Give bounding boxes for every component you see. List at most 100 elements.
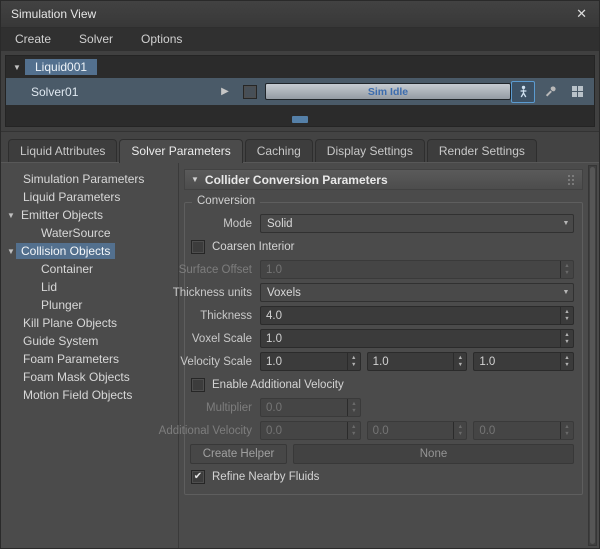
tab-bar: Liquid Attributes Solver Parameters Cach… [1, 132, 599, 163]
run-person-icon [520, 85, 526, 98]
tab-liquid-attributes[interactable]: Liquid Attributes [8, 139, 118, 162]
spinner-icon[interactable]: ▲ ▼ [560, 261, 573, 278]
rollout-title: Collider Conversion Parameters [204, 172, 388, 187]
multiplier-field[interactable]: 0.0 ▲ ▼ [260, 398, 361, 417]
velocity-scale-y-field[interactable]: 1.0 ▲ ▼ [366, 352, 468, 371]
thickness-label: Thickness [200, 309, 252, 322]
multiplier-label: Multiplier [205, 401, 252, 414]
tree-item-foam-parameters[interactable]: Foam Parameters [1, 350, 178, 368]
drag-grip-icon[interactable] [566, 174, 576, 185]
rollout-header[interactable]: ▼ Collider Conversion Parameters [184, 169, 583, 190]
liquid-root-row[interactable]: ▼ Liquid001 [6, 56, 594, 78]
title-bar[interactable]: Simulation View ✕ [1, 1, 599, 28]
coarsen-interior-checkbox[interactable] [191, 239, 205, 254]
mode-label: Mode [223, 217, 252, 230]
tab-render-settings[interactable]: Render Settings [426, 139, 537, 162]
refine-nearby-fluids-row: ✔ Refine Nearby Fluids [188, 465, 576, 488]
tab-caching[interactable]: Caching [244, 139, 313, 162]
expand-arrow-icon[interactable]: ▼ [13, 63, 25, 72]
surface-offset-row: Surface Offset 1.0 ▲ ▼ [178, 258, 576, 281]
parameters-panel: ▼ Collider Conversion Parameters Convers… [159, 163, 599, 548]
sim-status-text: Sim Idle [367, 85, 409, 98]
thickness-row: Thickness 4.0 ▲ ▼ [188, 304, 576, 327]
additional-velocity-x-field[interactable]: 0.0 ▲ ▼ [260, 421, 361, 440]
vertical-scrollbar[interactable] [588, 165, 597, 546]
tree-item-plunger[interactable]: Plunger [1, 296, 178, 314]
solver-list-panel: ▼ Liquid001 Solver01 ▶ Sim Idle [1, 51, 599, 132]
tree-item-container[interactable]: Container [1, 260, 178, 278]
expand-arrow-icon[interactable]: ▼ [6, 247, 16, 256]
rollout-arrow-icon: ▼ [191, 175, 199, 184]
solver-name[interactable]: Solver01 [6, 85, 213, 99]
expand-arrow-icon[interactable]: ▼ [6, 211, 16, 220]
tab-display-settings[interactable]: Display Settings [314, 139, 425, 162]
spinner-icon[interactable]: ▲ ▼ [346, 353, 360, 370]
solver-row[interactable]: Solver01 ▶ Sim Idle [6, 78, 594, 105]
spinner-icon[interactable]: ▲ ▼ [453, 353, 466, 370]
coarsen-interior-label: Coarsen Interior [212, 240, 295, 253]
enable-additional-velocity-label: Enable Additional Velocity [212, 378, 344, 391]
velocity-scale-label: Velocity Scale [180, 355, 252, 368]
thickness-units-dropdown[interactable]: Voxels ▼ [260, 283, 574, 302]
surface-offset-field[interactable]: 1.0 ▲ ▼ [260, 260, 574, 279]
tree-item-liquid-parameters[interactable]: Liquid Parameters [1, 188, 178, 206]
spinner-icon[interactable]: ▲ ▼ [347, 399, 360, 416]
parameters-tree: Simulation Parameters Liquid Parameters … [1, 163, 179, 548]
chevron-down-icon: ▼ [562, 220, 570, 227]
thickness-field[interactable]: 4.0 ▲ ▼ [260, 306, 574, 325]
refine-nearby-fluids-label: Refine Nearby Fluids [212, 470, 320, 483]
additional-velocity-z-field[interactable]: 0.0 ▲ ▼ [473, 421, 575, 440]
scrollbar-thumb[interactable] [292, 116, 308, 123]
menu-options[interactable]: Options [127, 28, 196, 51]
tree-item-motion-field-objects[interactable]: Motion Field Objects [1, 386, 178, 404]
solver-enable-checkbox[interactable] [243, 84, 257, 99]
tree-item-foam-mask-objects[interactable]: Foam Mask Objects [1, 368, 178, 386]
tree-item-kill-plane-objects[interactable]: Kill Plane Objects [1, 314, 178, 332]
tools-button[interactable] [538, 81, 562, 103]
mode-dropdown[interactable]: Solid ▼ [260, 214, 574, 233]
thickness-units-row: Thickness units Voxels ▼ [172, 281, 576, 304]
create-helper-button[interactable]: Create Helper [190, 443, 287, 464]
enable-additional-velocity-checkbox[interactable] [191, 377, 205, 392]
spinner-icon[interactable]: ▲ ▼ [560, 330, 573, 347]
thickness-units-label: Thickness units [172, 286, 252, 299]
tab-solver-parameters[interactable]: Solver Parameters [119, 139, 243, 163]
tree-item-collision-objects[interactable]: ▼ Collision Objects [1, 242, 178, 260]
liquid-root-label[interactable]: Liquid001 [25, 59, 98, 75]
play-icon[interactable]: ▶ [213, 86, 237, 97]
spinner-icon[interactable]: ▲ ▼ [560, 422, 573, 439]
refine-nearby-fluids-checkbox[interactable]: ✔ [191, 469, 205, 484]
spinner-icon[interactable]: ▲ ▼ [346, 422, 360, 439]
voxel-scale-label: Voxel Scale [191, 332, 252, 345]
additional-velocity-y-field[interactable]: 0.0 ▲ ▼ [366, 421, 468, 440]
spinner-icon[interactable]: ▲ ▼ [453, 422, 466, 439]
chevron-down-icon: ▼ [562, 289, 570, 296]
spinner-icon[interactable]: ▲ ▼ [560, 353, 573, 370]
simulation-view-window: Simulation View ✕ Create Solver Options … [0, 0, 600, 549]
simulate-button[interactable] [511, 80, 535, 103]
close-icon[interactable]: ✕ [574, 6, 589, 22]
tree-item-guide-system[interactable]: Guide System [1, 332, 178, 350]
menu-solver[interactable]: Solver [65, 28, 127, 51]
spinner-icon[interactable]: ▲ ▼ [560, 307, 573, 324]
mode-row: Mode Solid ▼ [188, 212, 576, 235]
conversion-group: Conversion Mode Solid ▼ Coarsen Interior [159, 195, 583, 495]
sim-status-bar: Sim Idle [265, 83, 511, 100]
tree-item-simulation-parameters[interactable]: Simulation Parameters [1, 170, 178, 188]
velocity-scale-z-field[interactable]: 1.0 ▲ ▼ [473, 352, 575, 371]
grid-view-button[interactable] [565, 81, 589, 103]
tree-item-emitter-objects[interactable]: ▼ Emitter Objects [1, 206, 178, 224]
helper-target-button[interactable]: None [293, 443, 574, 464]
surface-offset-label: Surface Offset [178, 263, 252, 276]
solver-list: ▼ Liquid001 Solver01 ▶ Sim Idle [5, 55, 595, 127]
voxel-scale-field[interactable]: 1.0 ▲ ▼ [260, 329, 574, 348]
menu-create[interactable]: Create [1, 28, 65, 51]
enable-additional-velocity-row: Enable Additional Velocity [188, 373, 576, 396]
tree-item-lid[interactable]: Lid [1, 278, 178, 296]
scrollbar-thumb[interactable] [590, 167, 595, 544]
voxel-scale-row: Voxel Scale 1.0 ▲ ▼ [188, 327, 576, 350]
velocity-scale-x-field[interactable]: 1.0 ▲ ▼ [260, 352, 361, 371]
coarsen-interior-row: Coarsen Interior [188, 235, 576, 258]
group-label: Conversion [192, 195, 261, 207]
tree-item-watersource[interactable]: WaterSource [1, 224, 178, 242]
